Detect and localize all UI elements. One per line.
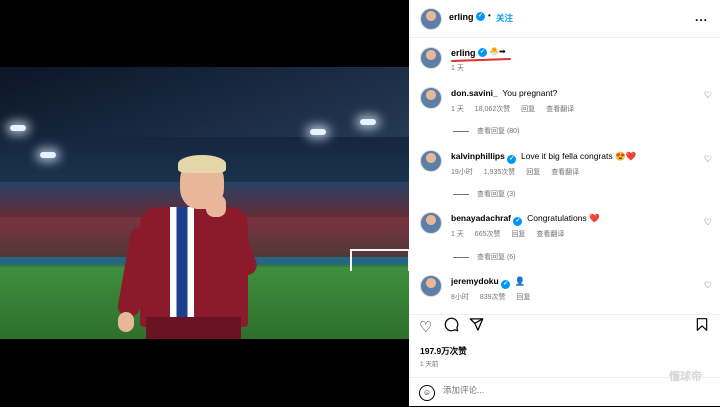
comment-likes[interactable]: 665次赞 — [475, 231, 501, 238]
stadium-light — [40, 152, 56, 158]
comment-like-heart-icon[interactable]: ♡ — [704, 217, 712, 228]
add-comment-input[interactable] — [443, 385, 643, 395]
comment-avatar[interactable] — [420, 212, 442, 234]
comment-meta: 1 天 665次赞 回复 查看翻译 — [451, 229, 573, 239]
post-header: erling ✓ • 关注 ... — [409, 0, 720, 38]
comment-like-heart-icon[interactable]: ♡ — [704, 154, 712, 165]
comment-username[interactable]: don.savini_ — [451, 88, 498, 98]
comment-text: You pregnant? — [502, 88, 558, 98]
caption-text: 🐣➡ — [489, 47, 506, 56]
header-username[interactable]: erling — [449, 12, 474, 22]
caption-avatar[interactable] — [420, 47, 442, 69]
reply-button[interactable]: 回复 — [511, 231, 525, 238]
stadium-light — [360, 119, 376, 125]
comment-time: 19小时 — [451, 169, 473, 176]
goal — [350, 249, 409, 271]
watermark-logo: 懂球帝 — [669, 371, 702, 383]
translate-button[interactable]: 查看翻译 — [551, 169, 579, 176]
action-bar: ♡ — [409, 314, 720, 341]
stadium-roof — [0, 67, 409, 137]
view-replies-button[interactable]: 查看回复 (6) — [453, 252, 516, 262]
post-time: 1 天前 — [420, 361, 439, 368]
verified-icon: ✓ — [513, 217, 523, 226]
comment-body: don.savini_ You pregnant? — [451, 88, 557, 98]
separator-dot: • — [488, 11, 491, 20]
post-media[interactable] — [0, 0, 409, 406]
reply-button[interactable]: 回复 — [521, 106, 535, 113]
comment-avatar[interactable] — [420, 275, 442, 297]
comment-likes[interactable]: 18,062次赞 — [475, 106, 510, 113]
comment-time: 1 天 — [451, 106, 464, 113]
comment-time: 1 天 — [451, 231, 464, 238]
caption-time: 1 天 — [451, 65, 464, 72]
comment-like-heart-icon[interactable]: ♡ — [704, 280, 712, 291]
more-options-icon[interactable]: ... — [695, 10, 708, 24]
heart-icon[interactable]: ♡ — [419, 318, 432, 336]
stadium-light — [310, 129, 326, 135]
comment-body: jeremydoku ✓ 👤 — [451, 276, 526, 289]
player-figure — [116, 155, 268, 339]
send-icon[interactable] — [469, 317, 484, 336]
comment-username[interactable]: kalvinphillips — [451, 151, 505, 161]
stadium-light — [10, 125, 26, 131]
verified-icon: ✓ — [501, 280, 511, 289]
comment-body: benayadachraf ✓ Congratulations ❤️ — [451, 213, 600, 226]
comment-avatar[interactable] — [420, 87, 442, 109]
comment-meta: 19小时 1,935次赞 回复 查看翻译 — [451, 167, 588, 177]
reply-button[interactable]: 回复 — [517, 294, 531, 301]
comment-time: 8小时 — [451, 294, 469, 301]
comment-likes[interactable]: 839次赞 — [480, 294, 506, 301]
emoji-icon[interactable]: ☺ — [419, 385, 435, 401]
annotation-underline — [450, 57, 512, 63]
bookmark-icon[interactable] — [695, 317, 709, 336]
comment-text: Love it big fella congrats 😍❤️ — [520, 151, 637, 161]
comment-meta: 1 天 18,062次赞 回复 查看翻译 — [451, 104, 583, 114]
reply-button[interactable]: 回复 — [526, 169, 540, 176]
caption-username[interactable]: erling — [451, 48, 476, 58]
comment-username[interactable]: jeremydoku — [451, 276, 499, 286]
view-replies-button[interactable]: 查看回复 (3) — [453, 189, 516, 199]
likes-count[interactable]: 197.9万次赞 — [420, 345, 467, 357]
verified-icon: ✓ — [507, 155, 517, 164]
translate-button[interactable]: 查看翻译 — [536, 231, 564, 238]
avatar[interactable] — [420, 8, 442, 30]
comment-avatar[interactable] — [420, 150, 442, 172]
comment-icon[interactable] — [444, 317, 459, 336]
comment-text: 👤 — [514, 276, 526, 286]
verified-icon: ✓ — [476, 12, 485, 21]
comment-body: kalvinphillips ✓ Love it big fella congr… — [451, 151, 637, 164]
comment-likes[interactable]: 1,935次赞 — [484, 169, 516, 176]
verified-icon: ✓ — [478, 48, 487, 57]
comment-meta: 8小时 839次赞 回复 — [451, 292, 540, 302]
comment-username[interactable]: benayadachraf — [451, 213, 511, 223]
comment-like-heart-icon[interactable]: ♡ — [704, 90, 712, 101]
comment-text: Congratulations ❤️ — [527, 213, 600, 223]
post-panel: erling ✓ • 关注 ... erling ✓ 🐣➡ 1 天 don.sa… — [409, 0, 720, 406]
translate-button[interactable]: 查看翻译 — [546, 106, 574, 113]
follow-button[interactable]: 关注 — [496, 12, 513, 24]
post-photo — [0, 67, 409, 339]
view-replies-button[interactable]: 查看回复 (80) — [453, 126, 519, 136]
